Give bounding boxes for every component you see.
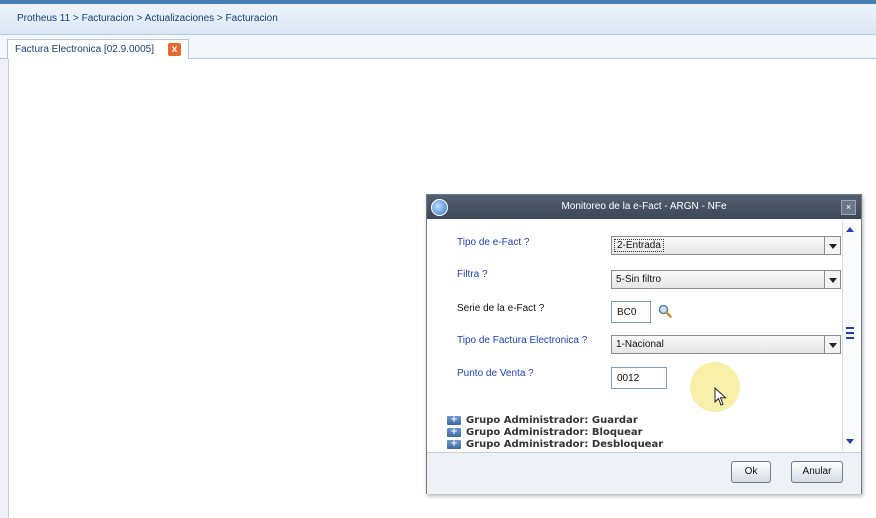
serie-value: BC0 <box>617 307 637 318</box>
dialog-footer: Ok Anular <box>427 452 861 494</box>
tipo-factura-select[interactable]: 1-Nacional <box>611 335 841 354</box>
chevron-down-icon[interactable] <box>824 271 840 288</box>
serie-input[interactable]: BC0 <box>611 301 651 323</box>
search-icon[interactable] <box>658 304 672 318</box>
dialog-scrollbar[interactable] <box>842 221 857 451</box>
tree-node-label: Grupo Administrador: Guardar <box>466 415 638 426</box>
left-edge <box>0 59 9 518</box>
filtra-value: 5-Sin filtro <box>616 274 662 285</box>
expand-plus-icon[interactable]: + <box>447 439 461 449</box>
tipo-efact-label: Tipo de e-Fact ? <box>457 237 530 248</box>
breadcrumb: Protheus 11 > Facturacion > Actualizacio… <box>0 4 876 35</box>
group-tree: + Grupo Administrador: Guardar + Grupo Adm… <box>447 413 842 451</box>
tab-label: Factura Electronica [02.9.0005] <box>15 44 154 55</box>
close-icon[interactable]: × <box>841 200 856 215</box>
filtra-select[interactable]: 5-Sin filtro <box>611 270 841 289</box>
tree-node-desbloquear[interactable]: + Grupo Administrador: Desbloquear <box>447 439 663 451</box>
tree-node-label: Grupo Administrador: Bloquear <box>466 427 643 438</box>
serie-label: Serie de la e-Fact ? <box>457 303 545 314</box>
tipo-factura-value: 1-Nacional <box>616 339 664 350</box>
scroll-down-icon[interactable] <box>846 439 854 444</box>
tipo-efact-select[interactable]: 2-Entrada <box>611 236 841 255</box>
chevron-down-icon[interactable] <box>824 237 840 254</box>
breadcrumb-text: Protheus 11 > Facturacion > Actualizacio… <box>17 13 278 24</box>
tab-factura-electronica[interactable]: Factura Electronica [02.9.0005] x <box>7 39 189 59</box>
dialog-title-bar[interactable]: Monitoreo de la e-Fact - ARGN - NFe × <box>427 195 861 219</box>
close-icon[interactable]: x <box>168 43 181 56</box>
mouse-pointer-icon <box>714 387 727 406</box>
tipo-efact-value: 2-Entrada <box>614 239 664 252</box>
filtra-label: Filtra ? <box>457 269 488 280</box>
chevron-down-icon[interactable] <box>824 336 840 353</box>
tipo-factura-label: Tipo de Factura Electronica ? <box>457 335 588 346</box>
expand-plus-icon[interactable]: + <box>447 415 461 425</box>
dialog-title: Monitoreo de la e-Fact - ARGN - NFe <box>561 201 727 212</box>
scroll-grip-icon[interactable] <box>846 327 854 339</box>
tree-node-label: Grupo Administrador: Desbloquear <box>466 439 664 450</box>
expand-plus-icon[interactable]: + <box>447 427 461 437</box>
punto-venta-label: Punto de Venta ? <box>457 368 534 379</box>
tree-node-bloquear[interactable]: + Grupo Administrador: Bloquear <box>447 427 643 439</box>
tree-node-guardar[interactable]: + Grupo Administrador: Guardar <box>447 415 638 427</box>
cancel-button[interactable]: Anular <box>791 461 843 483</box>
punto-venta-input[interactable]: 0012 <box>611 367 667 389</box>
tab-strip: Factura Electronica [02.9.0005] x <box>0 35 876 59</box>
punto-venta-value: 0012 <box>617 373 640 384</box>
ok-button[interactable]: Ok <box>731 461 771 483</box>
scroll-up-icon[interactable] <box>846 227 854 232</box>
